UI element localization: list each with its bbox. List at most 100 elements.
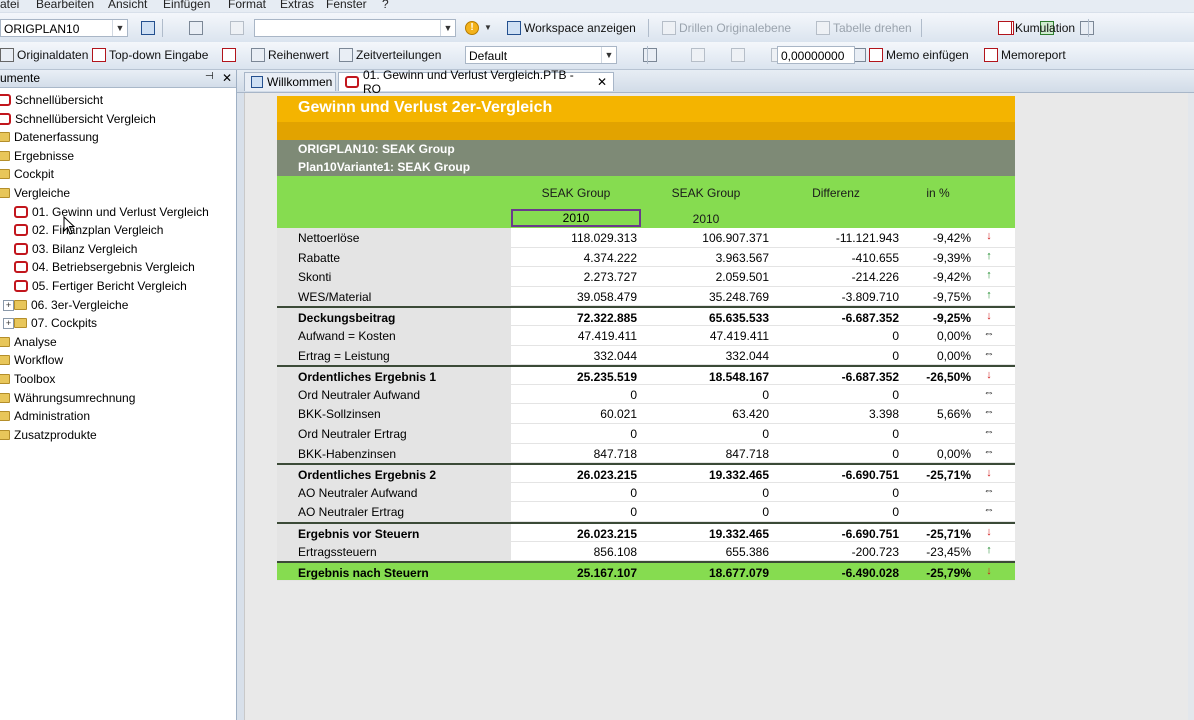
tree-item[interactable]: 01. Gewinn und Verlust Vergleich bbox=[14, 203, 209, 221]
report-row[interactable]: Nettoerlöse 118.029.313 106.907.371 -11.121… bbox=[277, 228, 1015, 248]
report-row[interactable]: Ordentliches Ergebnis 2 26.023.215 19.332.… bbox=[277, 463, 1015, 483]
value-input[interactable]: 0,00000000 bbox=[777, 46, 855, 64]
value-cell-p[interactable]: -9,42% bbox=[901, 231, 971, 245]
distribute-icon[interactable] bbox=[222, 48, 236, 62]
tree-item[interactable]: 04. Betriebsergebnis Vergleich bbox=[14, 258, 195, 276]
search-combo[interactable]: ▼ bbox=[254, 19, 456, 37]
paste-icon[interactable] bbox=[229, 21, 244, 35]
value-cell-d[interactable]: -214.226 bbox=[771, 270, 899, 284]
report-row[interactable]: Rabatte 4.374.222 3.963.567 -410.655 -9,39% ↑ bbox=[277, 247, 1015, 268]
value-cell-d[interactable]: -6.687.352 bbox=[771, 311, 899, 325]
menu-help[interactable]: ? bbox=[382, 0, 389, 11]
value-cell-d[interactable]: 0 bbox=[771, 427, 899, 441]
value-cell-a[interactable]: 26.023.215 bbox=[511, 527, 637, 541]
value-cell-b[interactable]: 47.419.411 bbox=[641, 329, 769, 343]
value-cell-d[interactable]: 0 bbox=[771, 447, 899, 461]
tree-item[interactable]: 02. Finanzplan Vergleich bbox=[14, 221, 163, 239]
report-row[interactable]: WES/Material 39.058.479 35.248.769 -3.809.7… bbox=[277, 286, 1015, 307]
value-cell-a[interactable]: 25.235.519 bbox=[511, 370, 637, 384]
value-cell-p[interactable]: -23,45% bbox=[901, 545, 971, 559]
value-cell-d[interactable]: -6.490.028 bbox=[771, 566, 899, 580]
report-row[interactable]: BKK-Sollzinsen 60.021 63.420 3.398 5,66% ⇔ bbox=[277, 404, 1015, 424]
warning-icon[interactable]: ! bbox=[465, 21, 479, 35]
value-cell-d[interactable]: -3.809.710 bbox=[771, 290, 899, 304]
copy-icon[interactable] bbox=[189, 21, 204, 35]
topdown-button[interactable]: Top-down Eingabe bbox=[92, 45, 208, 65]
vertical-scrollbar[interactable] bbox=[1188, 93, 1194, 720]
memo-insert-button[interactable]: Memo einfügen bbox=[869, 45, 969, 65]
year-cell-b[interactable]: 2010 bbox=[641, 212, 771, 226]
report-row[interactable]: Deckungsbeitrag 72.322.885 65.635.533 -6.68… bbox=[277, 306, 1015, 326]
workspace-button[interactable]: Workspace anzeigen bbox=[507, 18, 636, 38]
tab-willkommen[interactable]: Willkommen bbox=[244, 72, 336, 91]
tree-item[interactable]: 05. Fertiger Bericht Vergleich bbox=[14, 277, 187, 295]
value-cell-d[interactable]: -6.690.751 bbox=[771, 527, 899, 541]
value-cell-d[interactable]: -6.690.751 bbox=[771, 468, 899, 482]
tree-item[interactable]: Administration bbox=[0, 407, 90, 425]
menu-einfuegen[interactable]: Einfügen bbox=[163, 0, 210, 11]
report-row[interactable]: Ergebnis vor Steuern 26.023.215 19.332.465… bbox=[277, 521, 1015, 542]
rotate-table-button[interactable]: Tabelle drehen bbox=[816, 18, 912, 38]
value-cell-p[interactable]: 0,00% bbox=[901, 349, 971, 363]
plus-icon[interactable] bbox=[690, 48, 705, 62]
reihenwert-button[interactable]: Reihenwert bbox=[251, 45, 329, 65]
year-cell-a[interactable]: 2010 bbox=[511, 209, 641, 227]
value-cell-p[interactable]: -9,75% bbox=[901, 290, 971, 304]
edit-icon[interactable] bbox=[643, 48, 658, 62]
tree-item[interactable]: 06. 3er-Vergleiche bbox=[14, 296, 128, 314]
value-cell-p[interactable]: -25,79% bbox=[901, 566, 971, 580]
menu-extras[interactable]: Extras bbox=[280, 0, 314, 11]
report-row[interactable]: Ordentliches Ergebnis 1 25.235.519 18.548.… bbox=[277, 365, 1015, 385]
value-cell-a[interactable]: 4.374.222 bbox=[511, 251, 637, 265]
value-cell-b[interactable]: 18.548.167 bbox=[641, 370, 769, 384]
tree-item[interactable]: Ergebnisse bbox=[0, 147, 74, 165]
tree-item[interactable]: Währungsumrechnung bbox=[0, 389, 135, 407]
tree-item[interactable]: Schnellübersicht bbox=[0, 91, 103, 109]
value-cell-b[interactable]: 3.963.567 bbox=[641, 251, 769, 265]
value-cell-b[interactable]: 18.677.079 bbox=[641, 566, 769, 580]
report-row[interactable]: Skonti 2.273.727 2.059.501 -214.226 -9,42% ↑ bbox=[277, 267, 1015, 287]
tree-item[interactable]: Toolbox bbox=[0, 370, 55, 388]
tree-item[interactable]: Schnellübersicht Vergleich bbox=[0, 110, 156, 128]
value-cell-p[interactable]: -9,39% bbox=[901, 251, 971, 265]
tree-item[interactable]: Workflow bbox=[0, 351, 63, 369]
value-cell-d[interactable]: -200.723 bbox=[771, 545, 899, 559]
tree-item[interactable]: Vergleiche bbox=[0, 184, 70, 202]
menu-bearbeiten[interactable]: Bearbeiten bbox=[36, 0, 94, 11]
menu-datei[interactable]: atei bbox=[0, 0, 19, 11]
tree-item[interactable]: 07. Cockpits bbox=[14, 314, 97, 332]
value-cell-a[interactable]: 856.108 bbox=[511, 545, 637, 559]
value-cell-b[interactable]: 847.718 bbox=[641, 447, 769, 461]
value-cell-p[interactable]: -9,25% bbox=[901, 311, 971, 325]
report-row[interactable]: BKK-Habenzinsen 847.718 847.718 0 0,00% ⇔ bbox=[277, 443, 1015, 464]
value-cell-b[interactable]: 0 bbox=[641, 505, 769, 519]
value-cell-b[interactable]: 332.044 bbox=[641, 349, 769, 363]
value-cell-b[interactable]: 0 bbox=[641, 388, 769, 402]
distribution-select[interactable]: Default ▼ bbox=[465, 46, 617, 64]
report-row[interactable]: Ergebnis nach Steuern 25.167.107 18.677.07… bbox=[277, 561, 1015, 581]
chevron-down-icon[interactable]: ▼ bbox=[484, 23, 492, 32]
drill-button[interactable]: Drillen Originalebene bbox=[662, 18, 791, 38]
value-cell-d[interactable]: 0 bbox=[771, 486, 899, 500]
report-row[interactable]: Ertragssteuern 856.108 655.386 -200.723 -23,… bbox=[277, 541, 1015, 562]
tab-report[interactable]: 01. Gewinn und Verlust Vergleich.PTB - R… bbox=[338, 68, 614, 96]
value-cell-b[interactable]: 19.332.465 bbox=[641, 468, 769, 482]
report-row[interactable]: Ord Neutraler Aufwand 0 0 0 ⇔ bbox=[277, 384, 1015, 405]
value-cell-b[interactable]: 35.248.769 bbox=[641, 290, 769, 304]
value-cell-a[interactable]: 2.273.727 bbox=[511, 270, 637, 284]
value-cell-d[interactable]: 3.398 bbox=[771, 407, 899, 421]
tree-item[interactable]: Cockpit bbox=[0, 165, 54, 183]
value-cell-a[interactable]: 39.058.479 bbox=[511, 290, 637, 304]
value-cell-a[interactable]: 0 bbox=[511, 388, 637, 402]
originaldaten-button[interactable]: Originaldaten bbox=[0, 45, 88, 65]
value-cell-d[interactable]: 0 bbox=[771, 505, 899, 519]
value-cell-a[interactable]: 26.023.215 bbox=[511, 468, 637, 482]
tree-item[interactable]: Analyse bbox=[0, 333, 57, 351]
report-row[interactable]: AO Neutraler Aufwand 0 0 0 ⇔ bbox=[277, 482, 1015, 503]
value-cell-a[interactable]: 0 bbox=[511, 505, 637, 519]
value-cell-a[interactable]: 847.718 bbox=[511, 447, 637, 461]
value-cell-a[interactable]: 47.419.411 bbox=[511, 329, 637, 343]
plan-select[interactable]: ORIGPLAN10 ▼ bbox=[0, 19, 128, 37]
tree-item[interactable]: Datenerfassung bbox=[0, 128, 99, 146]
value-cell-d[interactable]: -11.121.943 bbox=[771, 231, 899, 245]
